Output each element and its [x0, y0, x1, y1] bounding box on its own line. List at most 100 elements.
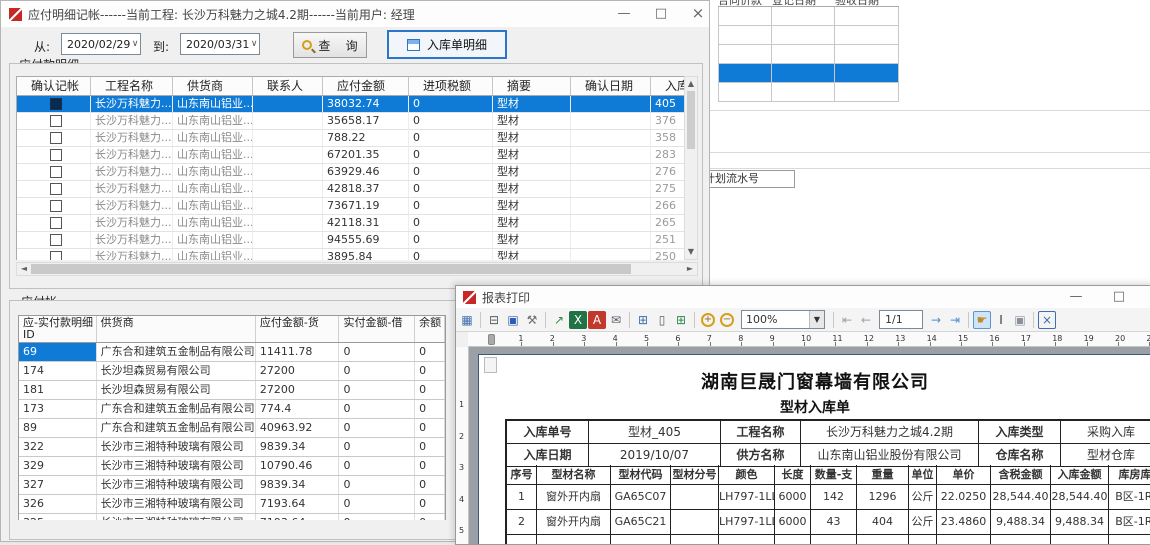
inbound-detail-button[interactable]: 入库单明细	[387, 30, 507, 59]
horizontal-scrollbar[interactable]: ◄ ►	[16, 262, 698, 276]
design-icon[interactable]: ▦	[458, 311, 476, 329]
print-icon[interactable]: ⊟	[485, 311, 503, 329]
checkbox[interactable]	[50, 132, 62, 144]
scroll-down-icon[interactable]: ▼	[685, 245, 697, 259]
minimize-button[interactable]: —	[609, 5, 639, 23]
book-icon[interactable]: ▣	[504, 311, 522, 329]
zoom-out-icon[interactable]: −	[720, 313, 734, 327]
column-header-supplier[interactable]: 供货商	[173, 77, 253, 95]
scrollbar-thumb[interactable]	[31, 264, 631, 274]
flow-number-field[interactable]: 计划流水号	[703, 170, 795, 188]
chevron-down-icon[interactable]: ∨	[249, 39, 259, 49]
column-header-contact[interactable]: 联系人	[253, 77, 323, 95]
text-select-icon[interactable]: I	[992, 311, 1010, 329]
column-header-paid[interactable]: 实付金额-借	[339, 316, 415, 342]
table-header[interactable]: 确认记帐工程名称供货商联系人应付金额进项税额摘要确认日期入库	[16, 76, 698, 96]
zoom-in-icon[interactable]: +	[701, 313, 715, 327]
table-row[interactable]: 长沙万科魅力...山东南山铝业...3895.840型材250	[17, 249, 697, 260]
mail-icon[interactable]: ✉	[607, 311, 625, 329]
titlebar[interactable]: 应付明细记帐------当前工程: 长沙万科魅力之城4.2期------当前用户…	[1, 1, 709, 27]
table-row[interactable]: 长沙万科魅力...山东南山铝业...73671.190型材266	[17, 198, 697, 215]
export-icon[interactable]: ↗	[550, 311, 568, 329]
table-row[interactable]: 322长沙市三湘特种玻璃有限公司9839.3400	[19, 438, 445, 457]
zoom-select[interactable]: 100% ▼	[741, 310, 825, 329]
titlebar[interactable]: 报表打印	[456, 286, 1150, 308]
column-header-amount[interactable]: 应付金额	[323, 77, 409, 95]
scroll-up-icon[interactable]: ▲	[685, 77, 697, 91]
table-row[interactable]: 长沙万科魅力...山东南山铝业...42118.310型材265	[17, 215, 697, 232]
checkbox[interactable]	[50, 115, 62, 127]
checkbox[interactable]	[50, 251, 62, 260]
page-number-field[interactable]: 1/1	[879, 310, 923, 329]
checkbox[interactable]	[50, 149, 62, 161]
checkbox[interactable]	[50, 98, 62, 110]
checkbox[interactable]	[50, 166, 62, 178]
scroll-right-icon[interactable]: ►	[683, 262, 697, 276]
scroll-left-icon[interactable]: ◄	[17, 262, 31, 276]
checkbox[interactable]	[50, 217, 62, 229]
table-row[interactable]: 长沙万科魅力...山东南山铝业...67201.350型材283	[17, 147, 697, 164]
table-row[interactable]: 长沙万科魅力...山东南山铝业...35658.170型材376	[17, 113, 697, 130]
table-row[interactable]: 长沙万科魅力...山东南山铝业...38032.740型材405	[17, 96, 697, 113]
table-row[interactable]: 174长沙坦森贸易有限公司2720000	[19, 362, 445, 381]
prev-page-icon[interactable]: ←	[857, 311, 875, 329]
checkbox[interactable]	[50, 200, 62, 212]
table-row[interactable]: 69广东合和建筑五金制品有限公司11411.7800	[19, 343, 445, 362]
hand-tool-icon[interactable]: ☛	[973, 311, 991, 329]
column-header-supplier[interactable]: 供货商	[97, 316, 256, 342]
table-row[interactable]: 327长沙市三湘特种玻璃有限公司9839.3400	[19, 476, 445, 495]
query-button[interactable]: 查 询	[293, 32, 367, 58]
table-row[interactable]: 326长沙市三湘特种玻璃有限公司7193.6400	[19, 495, 445, 514]
chevron-down-icon[interactable]: ▼	[809, 311, 824, 328]
column-header-inbound[interactable]: 入库	[651, 77, 685, 95]
multi-page-icon[interactable]: ⊞	[672, 311, 690, 329]
table-row[interactable]: 181长沙坦森贸易有限公司2720000	[19, 381, 445, 400]
pdf-icon[interactable]: A	[588, 311, 606, 329]
scrollbar-thumb[interactable]	[687, 91, 695, 149]
column-header-tax[interactable]: 进项税额	[409, 77, 493, 95]
column-header-project[interactable]: 工程名称	[91, 77, 173, 95]
minimize-button[interactable]: —	[1061, 288, 1091, 306]
close-button[interactable]: ×	[1144, 288, 1150, 306]
close-button[interactable]: ×	[683, 5, 713, 23]
table-row[interactable]: 长沙万科魅力...山东南山铝业...94555.690型材251	[17, 232, 697, 249]
column-header-confirm[interactable]: 确认记帐	[17, 77, 91, 95]
first-page-icon[interactable]: ⇤	[838, 311, 856, 329]
table-row[interactable]: 325长沙市三湘特种玻璃有限公司7193.6400	[19, 514, 445, 520]
column-header-summary[interactable]: 摘要	[493, 77, 571, 95]
last-page-icon[interactable]: ⇥	[946, 311, 964, 329]
ruler-marker[interactable]	[488, 334, 495, 345]
table-row[interactable]	[718, 64, 899, 83]
checkbox[interactable]	[50, 183, 62, 195]
next-page-icon[interactable]: →	[927, 311, 945, 329]
excel-icon[interactable]: X	[569, 311, 587, 329]
table-row[interactable]	[718, 7, 899, 26]
table-row[interactable]	[718, 45, 899, 64]
table-row[interactable]	[718, 83, 899, 102]
table-row[interactable]: 长沙万科魅力...山东南山铝业...788.220型材358	[17, 130, 697, 147]
column-header-id[interactable]: 应-实付款明细ID	[19, 316, 97, 342]
single-page-icon[interactable]: ▯	[653, 311, 671, 329]
maximize-button[interactable]: □	[646, 5, 676, 23]
close-preview-icon[interactable]: ×	[1038, 311, 1056, 329]
preview-canvas[interactable]: 湖南巨晟门窗幕墙有限公司 型材入库单 入库单号型材_405工程名称长沙万科魅力之…	[469, 347, 1150, 544]
vertical-scrollbar[interactable]: ▲ ▼	[684, 76, 698, 260]
column-header-confirm-date[interactable]: 确认日期	[571, 77, 651, 95]
copy-pages-icon[interactable]: ▣	[1011, 311, 1029, 329]
table-row[interactable]: 长沙万科魅力...山东南山铝业...63929.460型材276	[17, 164, 697, 181]
column-header-balance[interactable]: 余额	[415, 316, 445, 342]
to-date-select[interactable]: 2020/03/31 ∨	[180, 33, 260, 55]
maximize-button[interactable]: □	[1104, 288, 1134, 306]
chevron-down-icon[interactable]: ∨	[130, 39, 140, 49]
settings-icon[interactable]: ⚒	[523, 311, 541, 329]
table-row[interactable]: 173广东合和建筑五金制品有限公司774.400	[19, 400, 445, 419]
table-header[interactable]: 应-实付款明细ID供货商应付金额-货实付金额-借余额	[18, 315, 446, 343]
table-row[interactable]: 长沙万科魅力...山东南山铝业...42818.370型材275	[17, 181, 697, 198]
table-row[interactable]: 329长沙市三湘特种玻璃有限公司10790.4600	[19, 457, 445, 476]
column-header-payable[interactable]: 应付金额-货	[256, 316, 340, 342]
from-date-select[interactable]: 2020/02/29 ∨	[61, 33, 141, 55]
page-setup-icon[interactable]: ⊞	[634, 311, 652, 329]
checkbox[interactable]	[50, 234, 62, 246]
table-row[interactable]: 89广东合和建筑五金制品有限公司40963.9200	[19, 419, 445, 438]
table-row[interactable]	[718, 26, 899, 45]
